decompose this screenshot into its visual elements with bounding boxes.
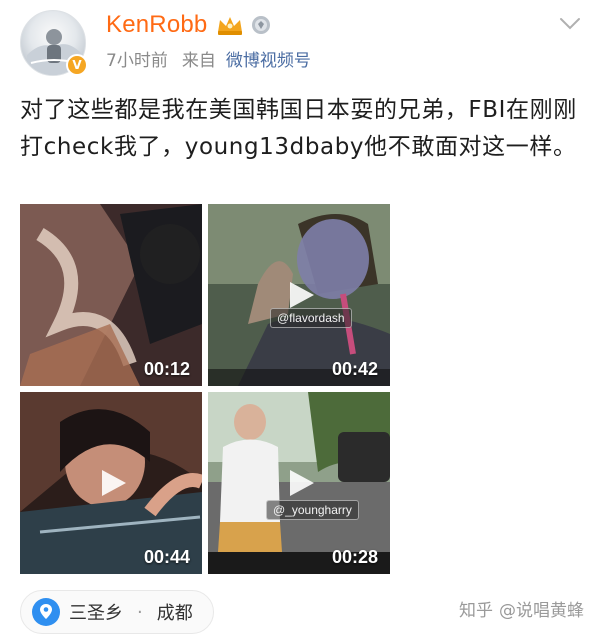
video-thumbnail-2[interactable]: @flavordash 00:42 — [208, 204, 390, 386]
crown-badge-icon — [218, 17, 243, 35]
location-city: 成都 — [156, 603, 193, 624]
avatar[interactable]: V — [20, 10, 88, 76]
verified-badge-icon: V — [66, 54, 88, 76]
source-link[interactable]: 微博视频号 — [226, 46, 311, 71]
play-icon — [290, 282, 314, 308]
play-icon — [290, 470, 314, 496]
location-tag[interactable]: 三圣乡 · 成都 — [20, 590, 214, 634]
location-place: 三圣乡 — [69, 603, 123, 624]
chevron-down-icon[interactable] — [558, 16, 582, 32]
source-prefix: 来自 — [181, 51, 216, 71]
video-thumbnail-4[interactable]: @_youngharry 00:28 — [208, 392, 390, 574]
watermark: 知乎 @说唱黄蜂 — [459, 596, 584, 621]
video-thumbnail-1[interactable]: 00:12 — [20, 204, 202, 386]
video-duration: 00:12 — [143, 359, 190, 379]
location-pin-icon — [32, 598, 60, 626]
video-duration: 00:42 — [331, 359, 378, 379]
post-time: 7小时前 — [106, 51, 168, 71]
video-duration: 00:44 — [143, 547, 190, 567]
video-duration: 00:28 — [331, 547, 378, 567]
play-icon — [102, 470, 126, 496]
level-badge-icon — [252, 16, 271, 34]
post-header: V KenRobb 7小时前 来自 微博视频号 — [0, 0, 600, 86]
watermark-site: 知乎 — [459, 601, 493, 621]
post-text: 对了这些都是我在美国韩国日本耍的兄弟，FBI在刚刚打check我了，young1… — [20, 97, 577, 160]
location-separator: · — [137, 601, 143, 623]
video-thumbnail-3[interactable]: 00:44 — [20, 392, 202, 574]
author-name[interactable]: KenRobb — [106, 11, 207, 39]
handle-tag: @flavordash — [270, 308, 352, 328]
handle-tag: @_youngharry — [266, 500, 359, 520]
watermark-author: @说唱黄蜂 — [499, 601, 584, 621]
